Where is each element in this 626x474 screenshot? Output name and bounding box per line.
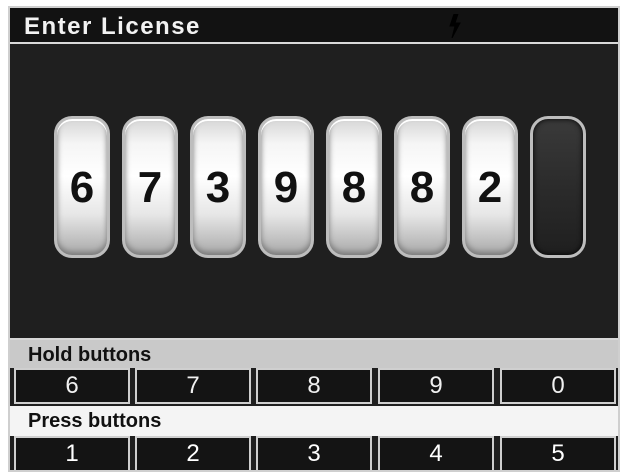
press-buttons-row: 1 2 3 4 5 xyxy=(10,436,618,472)
digit-value: 2 xyxy=(477,163,503,212)
digit-cell-3: 3 xyxy=(190,116,246,258)
hold-key-6[interactable]: 6 xyxy=(14,368,130,404)
press-key-2[interactable]: 2 xyxy=(135,436,251,472)
digit-value: 7 xyxy=(137,163,163,212)
hold-key-9[interactable]: 9 xyxy=(378,368,494,404)
hold-buttons-label: Hold buttons xyxy=(10,338,618,368)
digit-value: 9 xyxy=(273,163,299,212)
lightning-icon xyxy=(449,14,461,38)
page-title: Enter License xyxy=(24,13,201,40)
digit-cell-7: 2 xyxy=(462,116,518,258)
press-key-1[interactable]: 1 xyxy=(14,436,130,472)
hold-key-0[interactable]: 0 xyxy=(500,368,616,404)
digit-cell-4: 9 xyxy=(258,116,314,258)
hold-buttons-row: 6 7 8 9 0 xyxy=(10,368,618,404)
digit-cell-1: 6 xyxy=(54,116,110,258)
digit-cell-5: 8 xyxy=(326,116,382,258)
license-screen: Enter License 6 7 3 9 8 8 2 Hold buttons… xyxy=(8,6,620,472)
digit-cell-2: 7 xyxy=(122,116,178,258)
hold-key-7[interactable]: 7 xyxy=(135,368,251,404)
digit-cell-6: 8 xyxy=(394,116,450,258)
digit-value: 3 xyxy=(205,163,231,212)
press-key-3[interactable]: 3 xyxy=(256,436,372,472)
press-key-5[interactable]: 5 xyxy=(500,436,616,472)
hold-key-8[interactable]: 8 xyxy=(256,368,372,404)
digit-value: 6 xyxy=(69,163,95,212)
digit-cell-8-empty xyxy=(530,116,586,258)
digit-value: 8 xyxy=(341,163,367,212)
press-buttons-label: Press buttons xyxy=(10,406,618,436)
license-digits: 6 7 3 9 8 8 2 xyxy=(54,116,594,264)
digit-value: 8 xyxy=(409,163,435,212)
press-key-4[interactable]: 4 xyxy=(378,436,494,472)
title-bar: Enter License xyxy=(10,8,618,44)
